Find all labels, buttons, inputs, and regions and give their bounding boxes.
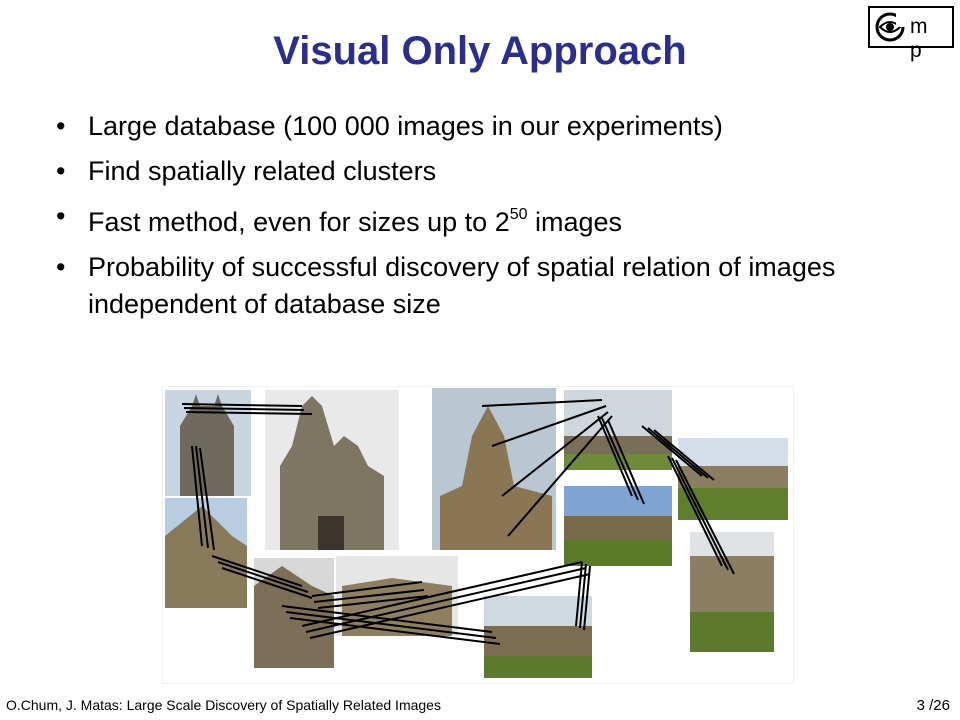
bullet-item: Large database (100 000 images in our ex… — [56, 108, 916, 145]
page-number: 3 — [916, 697, 925, 714]
photo-cloister-right — [690, 532, 774, 652]
photo-gate-bottom — [336, 556, 458, 636]
exponent: 50 — [509, 206, 528, 223]
bullet-text: Fast method, even for sizes up to 2 — [88, 207, 510, 237]
slide-title: Visual Only Approach — [273, 29, 687, 73]
bullet-text: Large database (100 000 images in our ex… — [88, 111, 723, 141]
bullet-item: Find spatially related clusters — [56, 153, 916, 190]
bullet-list: Large database (100 000 images in our ex… — [56, 108, 916, 331]
photo-quad-right — [678, 438, 788, 520]
page-total: /26 — [929, 697, 950, 714]
photo-quad-center — [564, 486, 672, 566]
photo-street-left — [165, 498, 247, 608]
bullet-text: images — [527, 207, 623, 237]
citation-footer: O.Chum, J. Matas: Large Scale Discovery … — [6, 697, 441, 713]
page-indicator: 3 /26 — [917, 697, 950, 714]
photo-college-bottom — [484, 596, 592, 678]
bullet-item: Fast method, even for sizes up to 250 im… — [56, 198, 916, 241]
bullet-text: Find spatially related clusters — [88, 156, 437, 186]
bullet-text: Probability of successful discovery of s… — [88, 252, 836, 319]
bullet-item: Probability of successful discovery of s… — [56, 249, 916, 323]
spatial-relations-figure — [162, 386, 794, 684]
